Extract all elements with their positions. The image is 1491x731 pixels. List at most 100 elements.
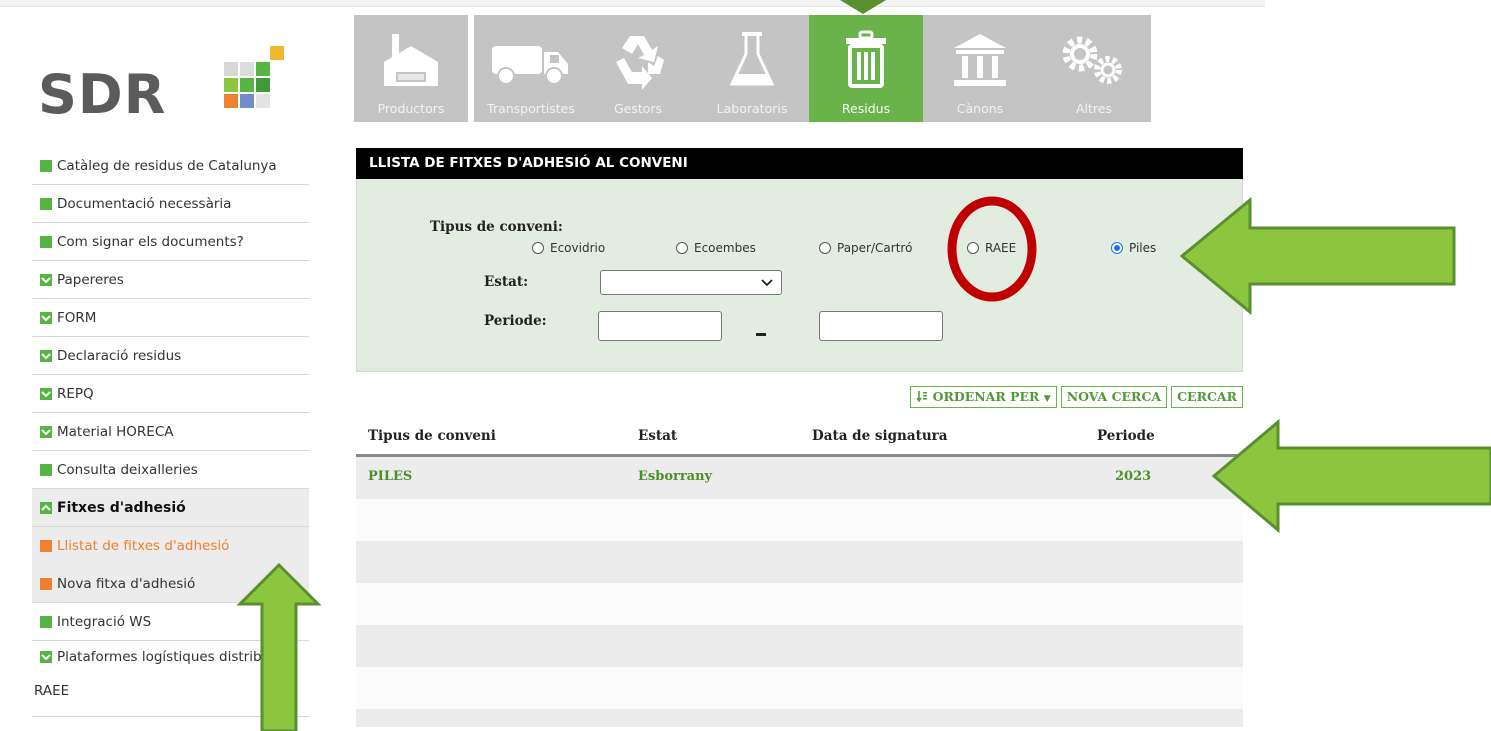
chevron-down-icon [40, 349, 52, 362]
radio-dot[interactable] [532, 242, 544, 254]
green-square-icon [40, 615, 52, 628]
sidebar-item-signar[interactable]: Com signar els documents? [32, 223, 309, 261]
sidebar-item-fitxes[interactable]: Fitxes d'adhesió [32, 489, 309, 527]
sidebar-item-label: Material HORECA [57, 423, 174, 440]
radio-paper-carto[interactable]: Paper/Cartró [819, 241, 912, 255]
radio-label: RAEE [985, 241, 1017, 255]
sidebar-item-label: Plataformes logístiques distribu [57, 649, 271, 665]
nav-tile-label: Residus [841, 101, 891, 116]
fitxes-panel: LLISTA DE FITXES D'ADHESIÓ AL CONVENI Ti… [356, 148, 1243, 372]
sidebar-item-label: Llistat de fitxes d'adhesió [57, 538, 230, 554]
sidebar-item-integracio[interactable]: Integració WS [32, 603, 309, 641]
chevron-down-icon [40, 311, 52, 324]
sidebar-item-label: Fitxes d'adhesió [57, 499, 186, 516]
sidebar-item-label: Com signar els documents? [57, 233, 244, 250]
radio-label: Paper/Cartró [837, 241, 913, 255]
radio-piles[interactable]: Piles [1111, 241, 1156, 255]
sidebar-item-label: Papereres [57, 271, 124, 288]
table-row-empty [356, 667, 1243, 709]
sdr-logo[interactable]: SDR [38, 46, 288, 126]
column-header[interactable]: Periode [1097, 428, 1155, 444]
sidebar-item-repq[interactable]: REPQ [32, 375, 309, 413]
radio-dot-selected[interactable] [1111, 242, 1123, 254]
radio-label: Ecoembes [694, 241, 756, 255]
table-row-empty [356, 583, 1243, 625]
radio-label: Piles [1129, 241, 1157, 255]
sidebar-item-label: Documentació necessària [57, 195, 232, 212]
order-by-button[interactable]: ORDENAR PER ▼ [910, 386, 1057, 408]
sort-icon [916, 391, 928, 403]
green-square-icon [40, 235, 52, 248]
flask-icon [730, 32, 774, 86]
sidebar-item-documentacio[interactable]: Documentació necessària [32, 185, 309, 223]
search-button[interactable]: CERCAR [1171, 386, 1243, 408]
sidebar-item-label: Declaració residus [57, 347, 182, 364]
nav-tile-transportistes[interactable]: Transportistes [474, 15, 588, 122]
annotation-arrow-row [1211, 418, 1491, 534]
sidebar-item-form[interactable]: FORM [32, 299, 309, 337]
radio-label: Ecovidrio [550, 241, 606, 255]
range-dash [756, 333, 766, 336]
table-row-empty [356, 541, 1243, 583]
sidebar-item-llistat-fitxes[interactable]: Llistat de fitxes d'adhesió [32, 527, 309, 565]
periode-from-input[interactable] [598, 311, 722, 341]
column-header[interactable]: Tipus de conveni [368, 428, 496, 444]
logo-text: SDR [38, 63, 167, 126]
green-square-icon [40, 197, 52, 210]
cell-tipus[interactable]: PILES [368, 469, 412, 484]
column-header[interactable]: Data de signatura [812, 428, 948, 444]
sidebar-item-declaracio[interactable]: Declaració residus [32, 337, 309, 375]
sidebar-item-cataleg[interactable]: Catàleg de residus de Catalunya [32, 147, 309, 185]
chevron-down-icon [761, 279, 773, 287]
nav-tile-label: Productors [377, 101, 445, 116]
estat-label: Estat: [484, 274, 529, 290]
periode-to-input[interactable] [819, 311, 943, 341]
radio-dot[interactable] [967, 242, 979, 254]
sidebar-item-label: REPQ [57, 385, 94, 402]
factory-icon [384, 34, 438, 86]
nav-tile-residus[interactable]: Residus [809, 15, 923, 122]
green-square-icon [40, 159, 52, 172]
green-square-icon [40, 463, 52, 476]
radio-dot[interactable] [819, 242, 831, 254]
sidebar-item-label: Catàleg de residus de Catalunya [57, 157, 277, 174]
recycle-icon [616, 36, 664, 90]
nav-tile-productors[interactable]: Productors [354, 15, 468, 122]
truck-icon [492, 46, 568, 85]
top-strip [0, 0, 1265, 7]
chevron-up-icon [40, 501, 52, 514]
chevron-down-icon [40, 387, 52, 400]
nav-tile-laboratoris[interactable]: Laboratoris [695, 15, 809, 122]
caret-down-icon: ▼ [1043, 394, 1051, 404]
estat-select[interactable] [600, 270, 782, 295]
table-header: Tipus de conveni Estat Data de signatura… [356, 416, 1243, 457]
nav-tile-label: Transportistes [487, 101, 575, 116]
column-header[interactable]: Estat [638, 428, 677, 444]
radio-raee[interactable]: RAEE [967, 241, 1016, 255]
radio-ecovidrio[interactable]: Ecovidrio [532, 241, 605, 255]
nav-tile-altres[interactable]: Altres [1037, 15, 1151, 122]
new-search-button[interactable]: NOVA CERCA [1060, 386, 1168, 408]
panel-title: LLISTA DE FITXES D'ADHESIÓ AL CONVENI [356, 148, 1243, 179]
radio-dot[interactable] [676, 242, 688, 254]
sidebar-item-label-continued: RAEE [34, 683, 70, 699]
sidebar-item-label: Consulta deixalleries [57, 461, 198, 478]
sidebar-item-deixalleries[interactable]: Consulta deixalleries [32, 451, 309, 489]
nav-tile-label: Laboratoris [716, 101, 788, 116]
trash-icon [846, 30, 886, 88]
sidebar-item-nova-fitxa[interactable]: Nova fitxa d'adhesió [32, 565, 309, 603]
radio-ecoembes[interactable]: Ecoembes [676, 241, 756, 255]
table-row-empty [356, 499, 1243, 541]
nav-tile-gestors[interactable]: Gestors [581, 15, 695, 122]
sidebar-item-label: FORM [57, 309, 97, 326]
bank-icon [954, 34, 1006, 86]
table-row[interactable]: PILES Esborrany 2023 [356, 457, 1243, 499]
chevron-down-icon [40, 425, 52, 438]
orange-square-icon [40, 540, 52, 552]
sidebar-item-papereres[interactable]: Papereres [32, 261, 309, 299]
cell-estat: Esborrany [638, 469, 713, 484]
nav-tile-canons[interactable]: Cànons [923, 15, 1037, 122]
sidebar-item-plataformes[interactable]: Plataformes logístiques distribu RAEE [32, 641, 309, 717]
sidebar-item-horeca[interactable]: Material HORECA [32, 413, 309, 451]
nav-tile-label: Cànons [956, 101, 1004, 116]
